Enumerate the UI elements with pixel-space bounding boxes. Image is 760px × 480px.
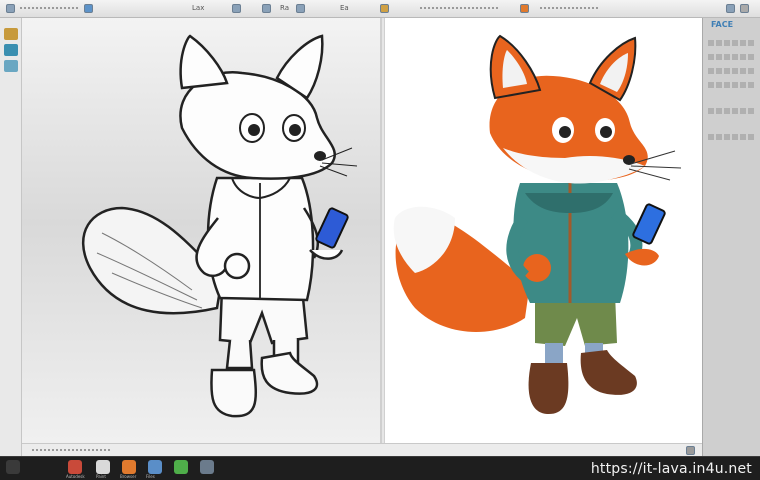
brush-icon[interactable]: [380, 4, 389, 13]
panel-row[interactable]: [708, 134, 754, 140]
task-label-4: Files: [146, 474, 155, 479]
colored-left-boot: [528, 363, 569, 415]
resize-icon[interactable]: [686, 446, 695, 455]
taskbar: Autodesk Paint Browser Files https://it-…: [0, 456, 760, 480]
close-icon[interactable]: [740, 4, 749, 13]
file-icon[interactable]: [84, 4, 93, 13]
paint-icon[interactable]: [96, 460, 110, 474]
colored-phone: [632, 203, 666, 245]
panel-row[interactable]: [708, 54, 754, 60]
lineart-left-ear: [179, 34, 229, 90]
autodesk-icon[interactable]: [68, 460, 82, 474]
tool-strip: [0, 18, 22, 456]
canvas-footer: [22, 443, 702, 456]
start-icon[interactable]: [6, 460, 20, 474]
panel-row[interactable]: [708, 40, 754, 46]
panel-row[interactable]: [708, 82, 754, 88]
colored-fox-drawing: [393, 34, 682, 415]
colored-right-boot: [580, 350, 637, 395]
edit-icon[interactable]: [232, 4, 241, 13]
footer-dots: [32, 449, 112, 451]
watermark-text: https://it-lava.in4u.net: [590, 461, 752, 477]
toolbar-item-3[interactable]: Ea: [340, 3, 349, 14]
app-icon[interactable]: [174, 460, 188, 474]
toolbar-item-1[interactable]: Lax: [192, 3, 204, 14]
layers-icon[interactable]: [296, 4, 305, 13]
task-label-1: Autodesk: [66, 474, 85, 479]
toolbar-dots-2: [420, 7, 500, 9]
view-icon[interactable]: [262, 4, 271, 13]
lineart-right-boot: [260, 351, 319, 395]
app-menu-icon[interactable]: [6, 4, 15, 13]
panel-row[interactable]: [708, 108, 754, 114]
properties-panel: FACE: [702, 18, 760, 456]
brush-tool-icon[interactable]: [4, 60, 18, 72]
toolbar-dots: [20, 7, 80, 9]
help-icon[interactable]: [520, 4, 529, 13]
settings-icon[interactable]: [200, 460, 214, 474]
layer-tool-icon[interactable]: [4, 44, 18, 56]
colored-canvas[interactable]: [384, 18, 702, 443]
minimize-icon[interactable]: [726, 4, 735, 13]
app-window: Lax Ra Ea FACE Autodesk Paint Browser Fi…: [0, 0, 760, 480]
line-art-fox-drawing: [81, 34, 358, 418]
toolbar-dots-3: [540, 7, 600, 9]
toolbar-item-2[interactable]: Ra: [280, 3, 289, 14]
task-label-2: Paint: [96, 474, 106, 479]
files-icon[interactable]: [148, 460, 162, 474]
line-art-canvas[interactable]: [22, 18, 382, 443]
panel-title: FACE: [711, 20, 734, 29]
lineart-phone: [315, 207, 349, 249]
task-label-3: Browser: [120, 474, 137, 479]
top-toolbar: Lax Ra Ea: [0, 0, 760, 18]
browser-icon[interactable]: [122, 460, 136, 474]
lineart-left-boot: [210, 368, 257, 418]
color-swatch-icon[interactable]: [4, 28, 18, 40]
panel-row[interactable]: [708, 68, 754, 74]
